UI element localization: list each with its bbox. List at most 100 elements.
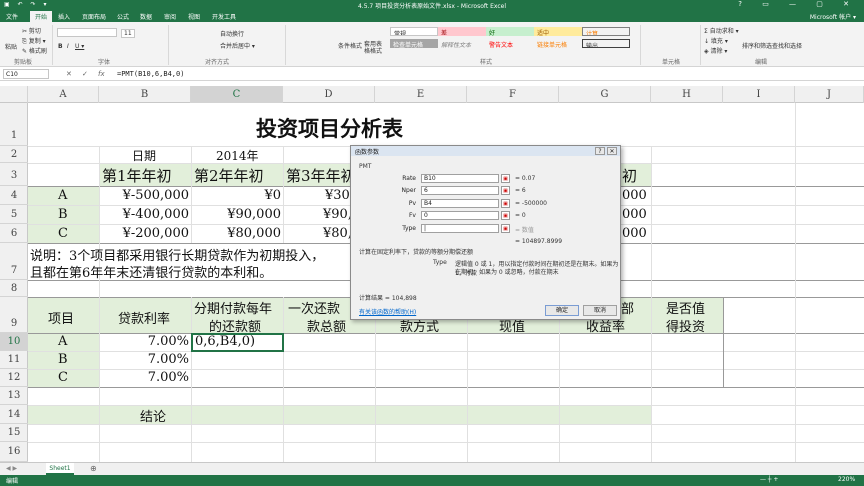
tab-insert[interactable]: 插入 [58,12,70,21]
style-check-cell[interactable]: 检查单元格 [390,39,438,48]
row-header[interactable]: 11 [0,351,28,369]
cell-b5: ¥-400,000 [122,207,189,222]
row-header[interactable]: 3 [0,163,28,186]
style-calculation[interactable]: 计算 [582,27,630,36]
fill-button[interactable]: ↓ 填充 ▾ [704,36,728,45]
nper-input[interactable]: 6 [421,186,499,195]
status-bar: 编辑 — ┼ + 220% [0,475,864,486]
rate-input[interactable]: B10 [421,174,499,183]
cut-button[interactable]: ✂ 剪切 [22,26,41,35]
bold-button[interactable]: B [58,43,63,50]
conditional-format-button[interactable]: 条件格式 [338,41,362,50]
close-icon[interactable]: ✕ [607,147,617,155]
row-header[interactable]: 13 [0,387,28,405]
row-header[interactable]: 12 [0,369,28,387]
style-bad[interactable]: 差 [438,27,486,36]
format-painter-button[interactable]: ✎ 格式刷 [22,46,47,55]
row-header[interactable]: 10 [0,333,28,351]
enter-icon[interactable]: ✓ [82,70,88,78]
column-header[interactable]: F [467,86,559,103]
zoom-level[interactable]: 220% [838,476,855,483]
merge-center-button[interactable]: 合并后居中 ▾ [220,41,255,50]
style-good[interactable]: 好 [486,27,534,36]
column-header[interactable]: D [283,86,375,103]
row-header[interactable]: 15 [0,424,28,442]
collapse-icon[interactable]: ▣ [501,186,510,195]
ok-button[interactable]: 确定 [545,305,579,316]
style-linked-cell[interactable]: 链接单元格 [534,39,582,48]
style-normal[interactable]: 常规 [390,27,438,36]
row-header[interactable]: 5 [0,205,28,224]
style-neutral[interactable]: 适中 [534,27,582,36]
column-header[interactable]: I [723,86,795,103]
row-header[interactable]: 8 [0,280,28,297]
column-header[interactable]: H [651,86,723,103]
row-header[interactable]: 1 [0,103,28,146]
name-box[interactable]: C10 [3,69,49,79]
font-name-select[interactable] [57,28,117,37]
style-output[interactable]: 输出 [582,39,630,48]
cancel-button[interactable]: 取消 [583,305,617,316]
header-lump-2: 款总额 [307,320,347,335]
window-controls[interactable]: ? ▭ — ▢ ✕ [738,0,858,8]
collapse-icon[interactable]: ▣ [501,224,510,233]
font-size-select[interactable]: 11 [121,29,135,38]
cell-c2: 2014年 [216,149,259,163]
cell-b6: ¥-200,000 [122,226,189,241]
select-all-corner[interactable] [0,86,28,103]
collapse-icon[interactable]: ▣ [501,211,510,220]
tab-data[interactable]: 数据 [140,12,152,21]
insert-function-icon[interactable]: fx [98,70,105,78]
tab-home[interactable]: 开始 [30,11,53,22]
clear-button[interactable]: ◈ 清除 ▾ [704,46,727,55]
tab-developer[interactable]: 开发工具 [212,12,236,21]
fv-input[interactable]: 0 [421,211,499,220]
tab-file[interactable]: 文件 [6,12,18,21]
formula-input[interactable]: =PMT(B10,6,B4,0) [117,70,184,78]
zoom-slider-icon[interactable]: — ┼ + [760,476,778,483]
row-header[interactable]: 7 [0,243,28,280]
add-sheet-icon[interactable]: ⊕ [90,464,97,473]
style-warning[interactable]: 警告文本 [486,39,534,48]
row-header[interactable]: 2 [0,146,28,163]
sheet-nav-icon[interactable]: ◀ ▶ [6,465,17,472]
account-menu[interactable]: Microsoft 帐户 ▾ [810,12,856,21]
column-header[interactable]: G [559,86,651,103]
arg-label: Nper [401,187,416,194]
tab-view[interactable]: 视图 [188,12,200,21]
paste-button[interactable]: 粘贴 [5,42,17,51]
row-header[interactable]: 14 [0,405,28,424]
tab-formulas[interactable]: 公式 [117,12,129,21]
column-header[interactable]: A [28,86,99,103]
style-explanatory[interactable]: 解释性文本 [438,39,486,48]
column-header[interactable]: C [191,86,283,103]
column-header[interactable]: B [99,86,191,103]
underline-button[interactable]: U ▾ [75,43,84,50]
collapse-icon[interactable]: ▣ [501,199,510,208]
collapse-icon[interactable]: ▣ [501,174,510,183]
help-link[interactable]: 有关该函数的帮助(H) [359,307,416,316]
sheet-tab-sheet1[interactable]: Sheet1 [46,463,74,475]
cell-c10-edit[interactable]: 0,6,B4,0) [195,334,255,349]
cell-b12: 7.00% [147,370,189,385]
tab-page-layout[interactable]: 页面布局 [82,12,106,21]
column-header[interactable]: E [375,86,467,103]
find-select-button[interactable]: 查找和选择 [772,41,802,50]
tab-review[interactable]: 审阅 [164,12,176,21]
row-header[interactable]: 16 [0,442,28,462]
autosum-button[interactable]: Σ 自动求和 ▾ [704,26,739,35]
cancel-icon[interactable]: ✕ [66,70,72,78]
row-header[interactable]: 9 [0,297,28,333]
help-icon[interactable]: ? [595,147,605,155]
copy-button[interactable]: ⎘ 复制 ▾ [22,36,46,46]
pv-input[interactable]: B4 [421,199,499,208]
cell-a5: B [58,207,68,222]
wrap-text-button[interactable]: 自动换行 [220,29,244,38]
row-header[interactable]: 4 [0,186,28,205]
column-header[interactable]: J [795,86,864,103]
row-header[interactable]: 6 [0,224,28,243]
italic-button[interactable]: I [67,43,69,50]
format-as-table-button[interactable]: 套用表格格式 [364,41,386,55]
type-input[interactable]: | [421,224,499,233]
sort-filter-button[interactable]: 排序和筛选 [742,41,772,50]
